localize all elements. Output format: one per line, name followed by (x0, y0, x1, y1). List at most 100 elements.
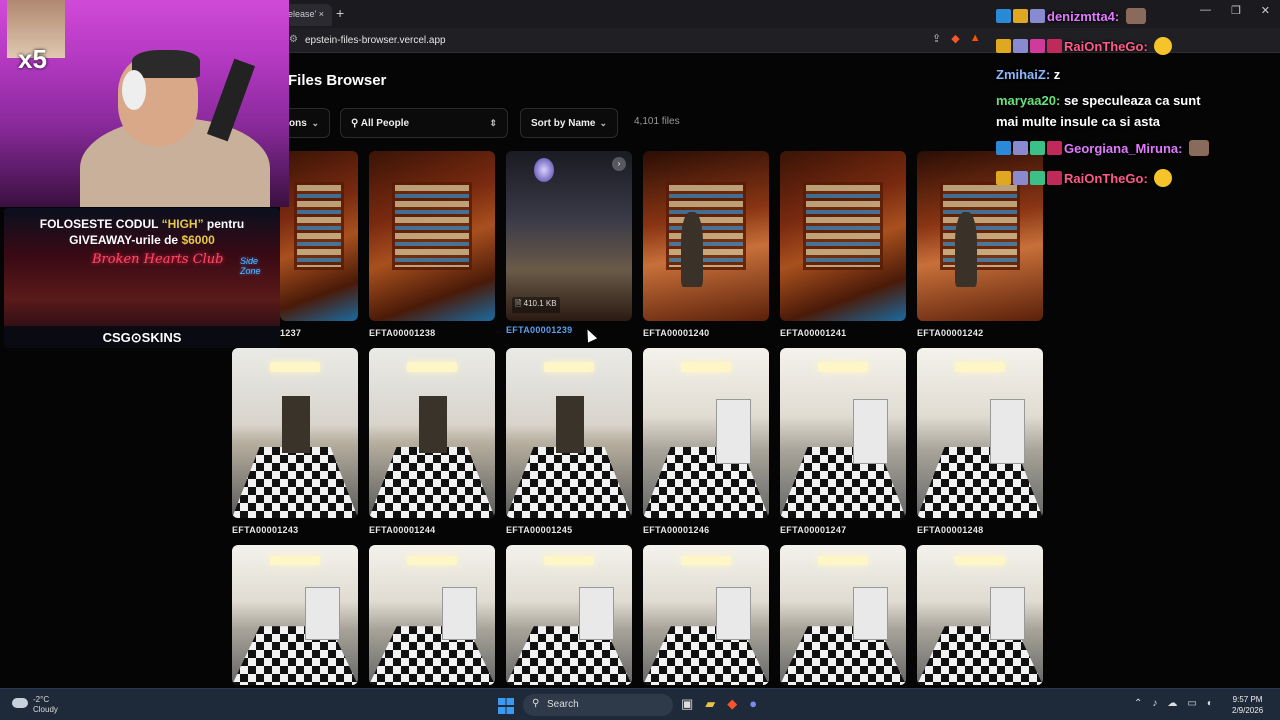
file-thumbnail[interactable] (369, 151, 495, 321)
chat-badge-icon (1030, 171, 1045, 185)
brave-shield-icon[interactable]: ◆ (951, 32, 959, 45)
file-name[interactable]: 1237 (280, 328, 301, 338)
file-thumbnail[interactable] (506, 545, 632, 685)
file-name[interactable]: EFTA00001247 (780, 525, 846, 535)
chat-message: RaiOnTheGo: (996, 169, 1173, 187)
file-thumbnail[interactable] (369, 348, 495, 518)
weather-widget[interactable]: -2°C Cloudy (33, 695, 58, 715)
doorway-shape (282, 395, 311, 454)
fridge-shape (990, 587, 1026, 641)
chat-message: denizmtta4: (996, 8, 1146, 24)
file-thumbnail[interactable] (280, 151, 358, 321)
streamer-hat (132, 50, 200, 78)
sort-label: Sort by Name (531, 117, 596, 129)
share-icon[interactable]: ⇪ (932, 32, 941, 45)
site-info-icon[interactable]: ⚙ (289, 34, 298, 45)
taskbar-clock[interactable]: 9:57 PM 2/9/2026 (1232, 694, 1263, 716)
file-thumbnail[interactable] (917, 348, 1043, 518)
filter-dropdown-collections[interactable]: ons ⌄ (282, 108, 330, 138)
task-view-icon[interactable]: ▣ (681, 696, 693, 712)
pinned-apps: ▣ ▰ ◆ ● (681, 696, 757, 712)
file-thumbnail[interactable] (506, 348, 632, 518)
file-thumbnail[interactable] (643, 151, 769, 321)
chevron-down-icon: ⌄ (311, 117, 319, 128)
statue-shape (954, 212, 978, 287)
chevron-down-icon: ⌄ (599, 117, 607, 128)
cloud-icon (12, 698, 28, 708)
chat-badge-icon (1047, 171, 1062, 185)
file-thumbnail[interactable] (780, 348, 906, 518)
microphone-arm (206, 58, 256, 142)
tray-chevron-up-icon[interactable]: ⌃ (1134, 698, 1142, 709)
smiley-emote-icon (1154, 169, 1173, 187)
chat-badge-icon (1030, 39, 1045, 53)
taskbar-search[interactable]: ⚲ Search (523, 694, 673, 716)
volume-icon[interactable]: ◐ (1207, 698, 1213, 709)
ceiling-light-shape (817, 556, 869, 565)
fridge-shape (442, 587, 478, 641)
screen: elease' × + — ❐ ✕ ⚙ epstein-files-browse… (0, 0, 1280, 720)
preview-arrow-icon[interactable]: › (612, 157, 626, 171)
file-name[interactable]: EFTA00001242 (917, 328, 983, 338)
brave-browser-icon[interactable]: ◆ (727, 696, 737, 712)
new-tab-button[interactable]: + (336, 5, 344, 21)
file-count: 4,101 files (634, 116, 680, 127)
url-field[interactable]: epstein-files-browser.vercel.app (305, 35, 446, 46)
file-name[interactable]: EFTA00001243 (232, 525, 298, 535)
ceiling-light-shape (269, 556, 321, 565)
file-thumbnail[interactable] (780, 545, 906, 685)
speaker-icon[interactable]: ♪ (1152, 698, 1157, 709)
chat-message: Georgiana_Miruna: (996, 140, 1210, 156)
windows-start-icon[interactable] (498, 698, 514, 714)
chat-badge-icon (1013, 171, 1028, 185)
file-name[interactable]: EFTA00001246 (643, 525, 709, 535)
file-thumbnail[interactable]: › 🗎 410.1 KB (506, 151, 632, 321)
fridge-shape (305, 587, 341, 641)
file-name[interactable]: EFTA00001240 (643, 328, 709, 338)
ceiling-light-shape (954, 556, 1006, 565)
file-thumbnail[interactable] (643, 545, 769, 685)
filter-dropdown-people[interactable]: ⚲ All People ⇕ (340, 108, 508, 138)
fridge-shape (716, 587, 752, 641)
file-name[interactable]: EFTA00001245 (506, 525, 572, 535)
onedrive-cloud-icon[interactable]: ☁ (1167, 698, 1177, 709)
chat-message: RaiOnTheGo: (996, 37, 1173, 55)
file-name[interactable]: EFTA00001239 (506, 325, 572, 335)
clock-time: 9:57 PM (1232, 695, 1263, 704)
network-icon[interactable]: ▭ (1187, 698, 1196, 709)
file-name[interactable]: EFTA00001241 (780, 328, 846, 338)
promo-line-1: FOLOSESTE CODUL “HIGH” pentru (4, 217, 280, 231)
webcam-overlay: x5 (0, 0, 289, 207)
search-placeholder: Search (547, 699, 579, 710)
brave-rewards-icon[interactable]: ▲ (970, 32, 981, 45)
ceiling-light-shape (680, 556, 732, 565)
maximize-button[interactable]: ❐ (1231, 4, 1241, 22)
chat-badge-icon (1030, 9, 1045, 23)
checkered-floor-shape (232, 446, 358, 518)
file-thumbnail[interactable] (232, 348, 358, 518)
file-name[interactable]: EFTA00001248 (917, 525, 983, 535)
file-thumbnail[interactable] (643, 348, 769, 518)
sort-dropdown[interactable]: Sort by Name ⌄ (520, 108, 618, 138)
browser-tab[interactable]: elease' × (282, 4, 332, 26)
chat-username: Georgiana_Miruna: (1064, 141, 1187, 156)
smiley-emote-icon (1154, 37, 1173, 55)
chat-badge-icon (1030, 141, 1045, 155)
bookshelf-shape (391, 181, 473, 270)
ceiling-light-shape (269, 361, 321, 372)
file-thumbnail[interactable] (369, 545, 495, 685)
file-thumbnail[interactable] (917, 545, 1043, 685)
weather-desc: Cloudy (33, 705, 58, 714)
chat-username: RaiOnTheGo: (1064, 171, 1152, 186)
chat-text: z (1053, 67, 1061, 82)
file-thumbnail[interactable] (780, 151, 906, 321)
file-explorer-icon[interactable]: ▰ (705, 696, 715, 712)
minimize-button[interactable]: — (1200, 4, 1211, 22)
discord-icon[interactable]: ● (749, 696, 757, 712)
file-name[interactable]: EFTA00001244 (369, 525, 435, 535)
file-thumbnail[interactable] (232, 545, 358, 685)
close-button[interactable]: ✕ (1261, 4, 1270, 22)
file-name[interactable]: EFTA00001238 (369, 328, 435, 338)
chat-badge-icon (1013, 9, 1028, 23)
person-icon: ⚲ (351, 117, 361, 129)
